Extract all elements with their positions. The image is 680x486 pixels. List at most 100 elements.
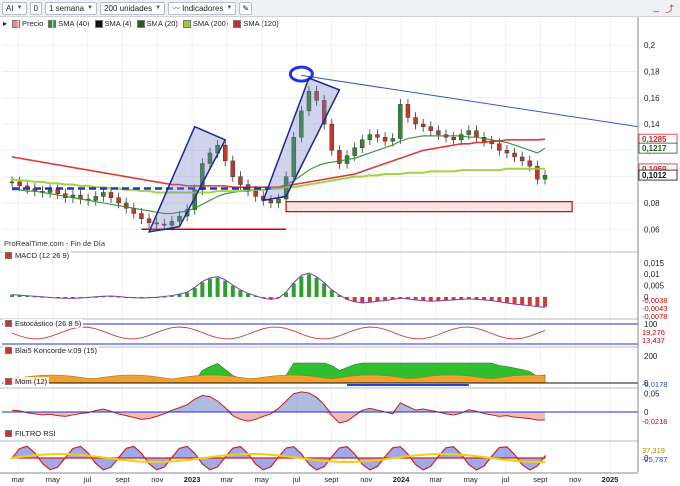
y-tick-label: 0,01 — [644, 270, 660, 279]
pane-title-estocastico[interactable]: Estocástico (26 8 5) — [3, 319, 84, 328]
candle-body — [436, 130, 441, 135]
last-value-label: -0,0216 — [642, 417, 667, 426]
y-tick-label: 0,005 — [644, 282, 665, 291]
macd-bar — [444, 297, 449, 301]
indicator-icon: 〰 — [172, 3, 181, 13]
x-tick-label: 2025 — [602, 475, 619, 484]
candle-body — [93, 196, 98, 201]
candle-body — [390, 138, 395, 142]
candle-body — [101, 192, 106, 197]
macd-bar — [291, 283, 296, 297]
x-tick-label: sept — [533, 475, 548, 484]
candle-body — [17, 181, 22, 187]
x-tick-label: may — [255, 475, 269, 484]
macd-bar — [207, 278, 212, 297]
pane-title-mom[interactable]: Mom (12) — [3, 377, 50, 386]
candle-body — [108, 192, 114, 198]
pane-title-koncorde[interactable]: Blai5 Koncorde v.09 (15) — [3, 346, 99, 355]
x-tick-label: sept — [115, 475, 130, 484]
stoch-line — [11, 326, 546, 340]
units-select[interactable]: 200 unidades ▼ — [100, 1, 166, 15]
pane-title-text: Mom (12) — [15, 377, 48, 386]
indicators-button[interactable]: 〰 Indicadores ▼ — [168, 1, 237, 15]
pane-swatch — [5, 252, 12, 259]
koncorde-orange — [11, 374, 546, 384]
x-tick-label: nov — [151, 475, 163, 484]
interval-select[interactable]: 1 semana ▼ — [44, 1, 98, 15]
candle-body — [542, 175, 548, 180]
candle-body — [428, 126, 433, 131]
interval-label: 1 semana — [48, 3, 85, 13]
macd-bar — [322, 283, 327, 297]
candle-body — [519, 156, 525, 162]
export-icon[interactable]: ⤴ — [665, 2, 674, 15]
candle-body — [253, 190, 258, 197]
x-tick-label: mar — [429, 475, 442, 484]
pane-swatch — [5, 378, 12, 385]
y-tick-label: 0,2 — [644, 41, 656, 50]
candle-body — [527, 160, 532, 167]
macd-bar — [520, 297, 525, 305]
candle-body — [9, 181, 15, 184]
pane-swatch — [5, 320, 12, 327]
macd-bar — [512, 297, 517, 304]
chevron-down-icon: ▼ — [16, 5, 23, 11]
macd-bar — [230, 285, 235, 297]
candle-body — [139, 213, 144, 219]
candle-body — [238, 176, 243, 185]
candle-body — [116, 197, 121, 204]
symbol-label: AI — [6, 3, 14, 13]
macd-bar — [436, 297, 441, 301]
macd-bar — [185, 292, 190, 297]
candle-body — [329, 123, 334, 151]
candle-body — [497, 143, 502, 151]
last-value-label: 13,437 — [642, 336, 665, 345]
macd-bar — [527, 297, 532, 306]
macd-bar — [375, 297, 380, 302]
x-tick-label: 2023 — [184, 475, 201, 484]
y-tick-label: 0,08 — [644, 199, 660, 208]
candle-body — [222, 144, 228, 162]
units-label: 200 unidades — [104, 3, 153, 13]
pane-title-macd[interactable]: MACD (12 26 9) — [3, 251, 72, 260]
macd-bar — [421, 297, 426, 301]
indicators-label: Indicadores — [182, 3, 224, 13]
candle-body — [504, 150, 510, 154]
mom-line — [11, 391, 546, 424]
minimize-icon[interactable]: _ — [653, 2, 659, 15]
last-value-label: -5,0178 — [642, 380, 667, 389]
y-tick-label: 0,015 — [644, 259, 665, 268]
chevron-down-icon: ▼ — [226, 5, 233, 11]
pane-swatch — [5, 347, 12, 354]
pane-title-text: MACD (12 26 9) — [15, 251, 70, 260]
candle-body — [382, 137, 388, 142]
candle-body — [413, 117, 418, 125]
macd-bar — [299, 276, 304, 297]
x-tick-label: 2024 — [393, 475, 411, 484]
candle-body — [230, 160, 236, 177]
x-tick-label: mar — [220, 475, 233, 484]
candle-body — [55, 189, 60, 194]
chevron-down-icon: ▼ — [155, 5, 162, 11]
macd-bar — [489, 297, 494, 301]
pane-swatch — [5, 430, 12, 437]
mom-positive-area — [12, 391, 545, 412]
mom-negative-area — [12, 412, 545, 423]
zero-label: 0 — [33, 3, 38, 13]
candle-body — [268, 200, 274, 204]
pane-title-text: FILTRO RSI — [15, 429, 56, 438]
pane-title-text: Estocástico (26 8 5) — [15, 319, 82, 328]
draw-tools-button[interactable]: ✎ — [239, 1, 253, 15]
zero-button[interactable]: 0 — [29, 1, 42, 15]
symbol-select[interactable]: AI ▼ — [2, 1, 27, 15]
source-label: ProRealTime.com - Fin de Día — [4, 239, 106, 248]
macd-bar — [192, 287, 197, 297]
candle-body — [512, 152, 517, 158]
x-tick-label: mar — [12, 475, 25, 484]
chart-area[interactable]: 0,20,180,160,140,120,10,080,060,12850,12… — [0, 17, 680, 486]
candle-body — [360, 139, 365, 148]
candle-body — [367, 134, 373, 141]
candle-body — [466, 130, 472, 135]
pane-title-filtro-rsi[interactable]: FILTRO RSI — [3, 429, 58, 438]
candle-body — [474, 130, 479, 138]
